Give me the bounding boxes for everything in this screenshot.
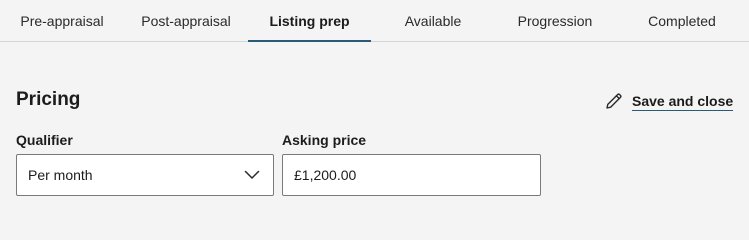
tab-bar: Pre-appraisal Post-appraisal Listing pre… [0,0,749,42]
tab-post-appraisal[interactable]: Post-appraisal [124,0,248,41]
chevron-down-icon [242,165,262,185]
save-and-close-label: Save and close [632,92,734,111]
tab-available[interactable]: Available [371,0,495,41]
tab-completed[interactable]: Completed [615,0,749,41]
tab-listing-prep[interactable]: Listing prep [248,0,371,42]
asking-price-input[interactable]: £1,200.00 [282,154,541,196]
qualifier-value: Per month [28,167,93,183]
tab-progression[interactable]: Progression [495,0,615,41]
qualifier-select[interactable]: Per month [16,154,274,196]
pencil-icon [604,91,624,111]
section-title: Pricing [16,89,81,110]
asking-price-value: £1,200.00 [294,167,357,183]
tab-pre-appraisal[interactable]: Pre-appraisal [0,0,124,41]
save-and-close-button[interactable]: Save and close [604,89,734,113]
qualifier-label: Qualifier [16,132,73,148]
asking-price-label: Asking price [282,132,367,148]
